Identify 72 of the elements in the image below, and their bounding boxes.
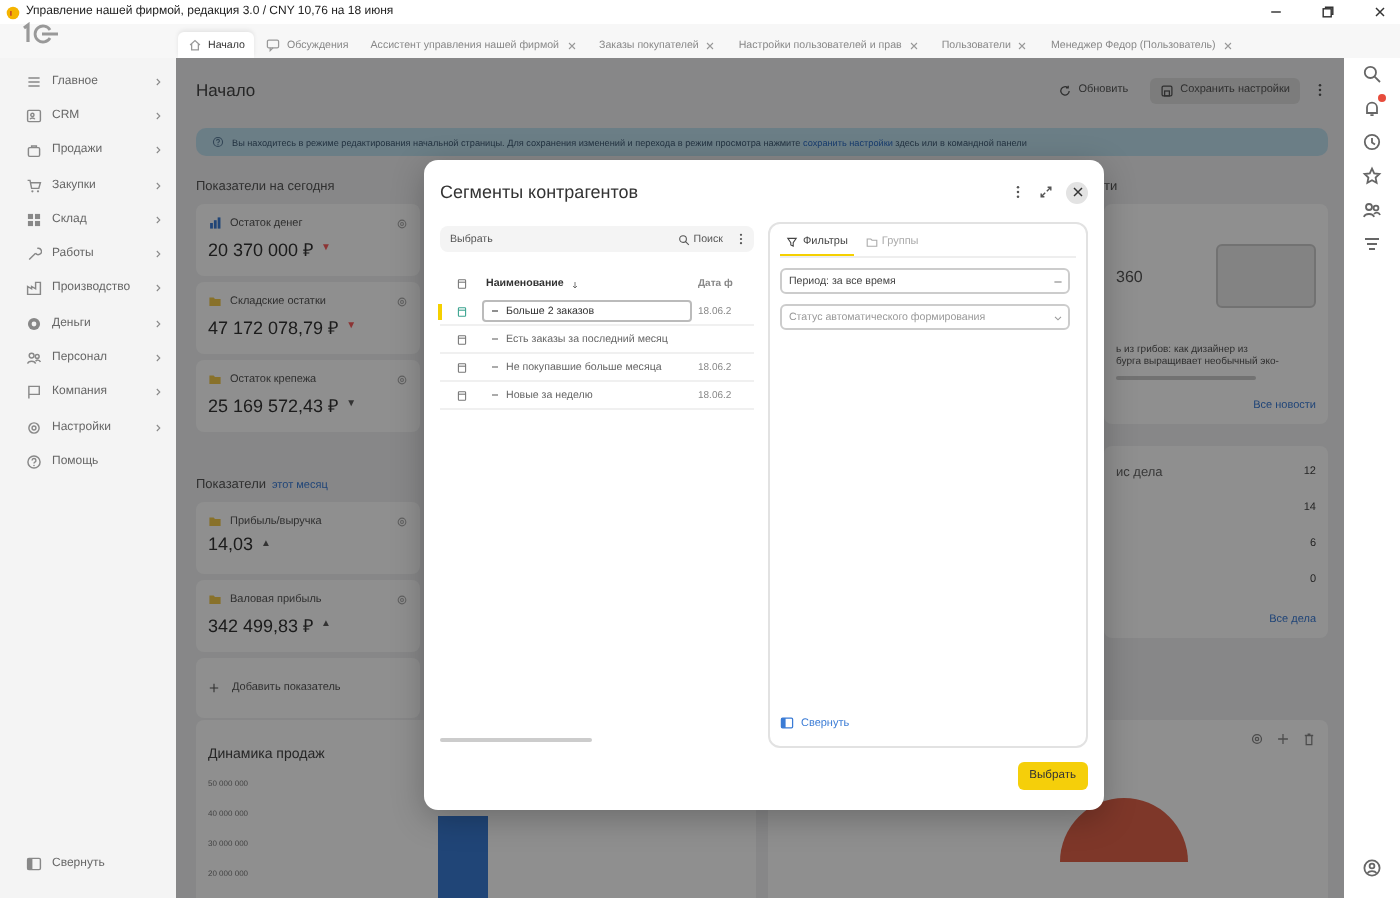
home-icon — [188, 38, 202, 52]
document-icon — [455, 305, 467, 317]
indicator-value: 342 499,83 ₽ — [208, 614, 314, 638]
people-icon — [26, 350, 42, 367]
info-icon — [212, 136, 224, 148]
dash-icon — [490, 390, 500, 400]
bell-icon[interactable] — [1362, 98, 1382, 118]
close-icon[interactable] — [1372, 4, 1388, 20]
folder-icon — [865, 236, 878, 248]
document-icon — [455, 361, 467, 373]
settings-icon[interactable] — [1250, 732, 1264, 746]
filter-icon[interactable] — [1362, 234, 1382, 254]
indicator-value: 20 370 000 ₽ — [208, 238, 314, 262]
pie-chart-drawing — [1060, 798, 1188, 862]
trash-icon[interactable] — [1302, 732, 1316, 746]
search-icon — [677, 233, 690, 245]
bar-chart-icon — [208, 216, 222, 230]
app-logo-icon — [6, 5, 20, 19]
folder-icon — [208, 294, 222, 308]
coin-icon — [26, 315, 42, 332]
panel-icon — [780, 716, 795, 730]
notification-dot — [1378, 94, 1386, 102]
id-card-icon — [26, 107, 42, 124]
filter-icon — [786, 236, 799, 248]
dash-icon — [490, 334, 500, 344]
document-icon — [455, 278, 467, 290]
page-title: Начало — [196, 80, 258, 100]
settings-icon[interactable] — [396, 217, 408, 229]
sort-arrow-icon — [569, 279, 580, 289]
star-icon[interactable] — [1362, 166, 1382, 186]
close-icon — [1069, 184, 1085, 200]
chat-icon — [266, 38, 281, 52]
grid-icon — [26, 211, 42, 228]
search-icon[interactable] — [1362, 64, 1382, 84]
folder-icon — [208, 592, 222, 606]
indicator-value: 14,03 — [208, 534, 254, 554]
bag-icon — [26, 142, 42, 159]
news-figure: 360 — [1116, 267, 1143, 285]
close-button[interactable] — [1066, 181, 1088, 203]
settings-icon[interactable] — [396, 593, 408, 605]
people-icon[interactable] — [1362, 200, 1382, 220]
dash-icon — [490, 362, 500, 372]
sidebar-icon — [26, 856, 42, 873]
indicator-value: 25 169 572,43 ₽ — [208, 394, 339, 418]
settings-icon[interactable] — [396, 295, 408, 307]
document-icon — [455, 333, 467, 345]
folder-icon — [208, 514, 222, 528]
history-icon[interactable] — [1362, 132, 1382, 152]
save-icon — [1160, 83, 1175, 97]
scrollbar[interactable] — [440, 738, 592, 742]
settings-icon[interactable] — [396, 373, 408, 385]
settings-icon[interactable] — [396, 515, 408, 527]
dash-icon — [490, 306, 500, 316]
dialog-title: Сегменты контрагентов — [440, 182, 641, 202]
expand-icon[interactable] — [1038, 184, 1054, 200]
chevron-down-icon[interactable] — [1052, 311, 1065, 323]
refresh-icon — [1058, 83, 1073, 97]
folder-icon — [208, 372, 222, 386]
flag-icon — [26, 384, 42, 401]
menu-icon — [26, 73, 42, 90]
cart-icon — [26, 177, 42, 194]
restore-icon[interactable] — [1320, 4, 1336, 20]
indicator-value: 47 172 078,79 ₽ — [208, 316, 339, 340]
settings-icon — [26, 419, 42, 436]
plus-icon[interactable] — [1276, 732, 1290, 746]
document-icon — [455, 389, 467, 401]
help-icon — [26, 453, 42, 470]
wrench-icon — [26, 246, 42, 263]
factory-icon — [26, 280, 42, 297]
plus-icon — [208, 682, 220, 694]
user-settings-icon[interactable] — [1362, 858, 1382, 878]
logo-icon — [18, 22, 62, 46]
